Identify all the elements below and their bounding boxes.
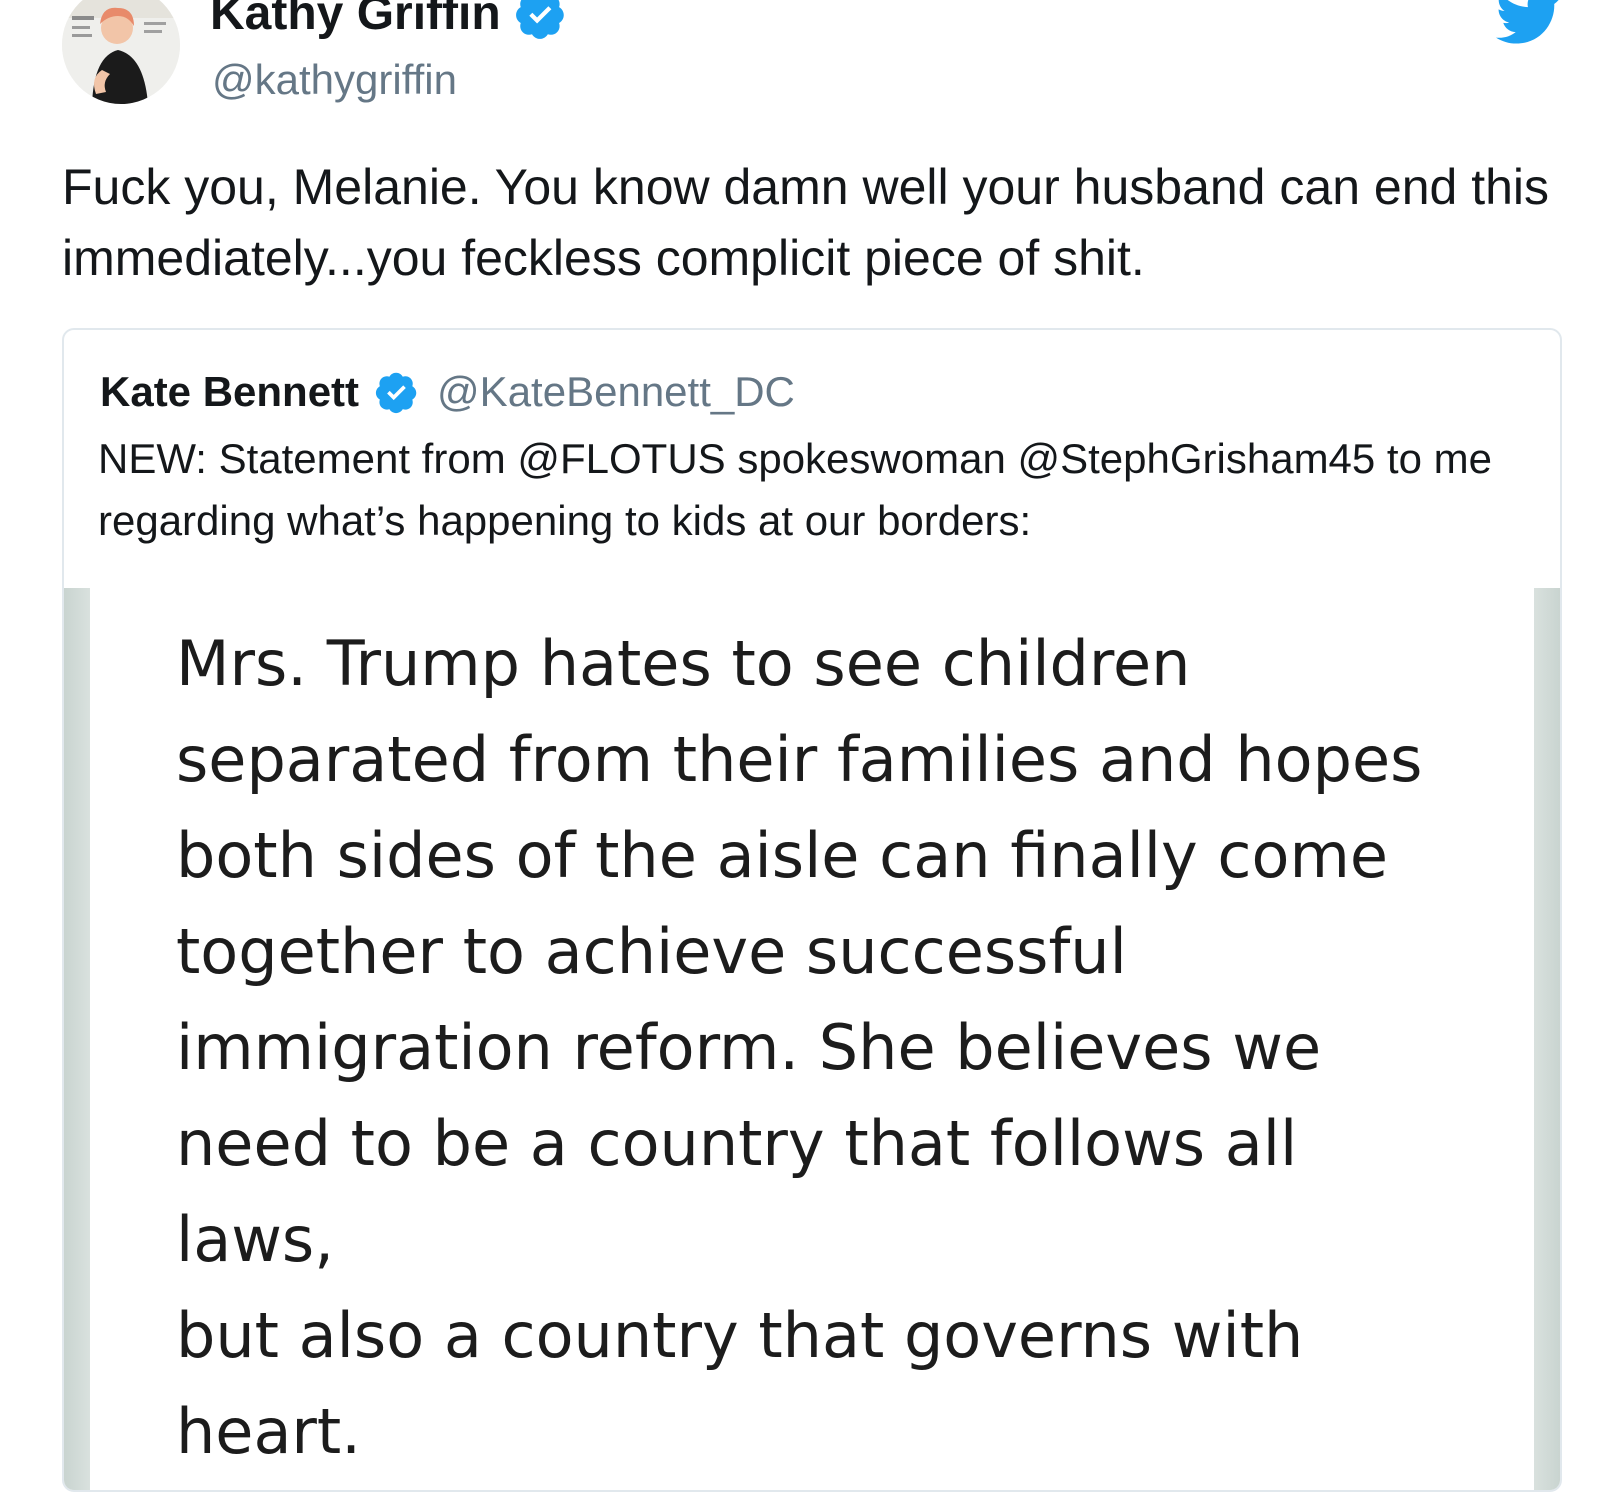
author-display-name[interactable]: Kathy Griffin (210, 0, 567, 42)
quoted-tweet-media[interactable]: Mrs. Trump hates to see children separat… (64, 588, 1560, 1490)
quoted-author-handle[interactable]: @KateBennett_DC (437, 368, 795, 416)
author-name-text: Kathy Griffin (210, 0, 501, 40)
twitter-bird-icon[interactable] (1496, 0, 1562, 46)
media-edge-right (1534, 588, 1560, 1490)
author-handle[interactable]: @kathygriffin (212, 54, 457, 106)
quoted-tweet-card[interactable]: Kate Bennett @KateBennett_DC NEW: Statem… (62, 328, 1562, 1492)
verified-badge-icon (375, 372, 417, 414)
author-avatar[interactable] (62, 0, 180, 104)
avatar-image (62, 0, 180, 104)
statement-text: Mrs. Trump hates to see children separat… (176, 627, 1423, 1468)
verified-badge-icon (515, 0, 564, 39)
quoted-tweet-header: Kate Bennett @KateBennett_DC (100, 364, 795, 420)
tweet-text: Fuck you, Melanie. You know damn well yo… (62, 159, 1550, 286)
quoted-tweet-text: NEW: Statement from @FLOTUS spokeswoman … (98, 435, 1492, 544)
media-edge-left (64, 588, 90, 1490)
quoted-author-name[interactable]: Kate Bennett (100, 368, 359, 416)
